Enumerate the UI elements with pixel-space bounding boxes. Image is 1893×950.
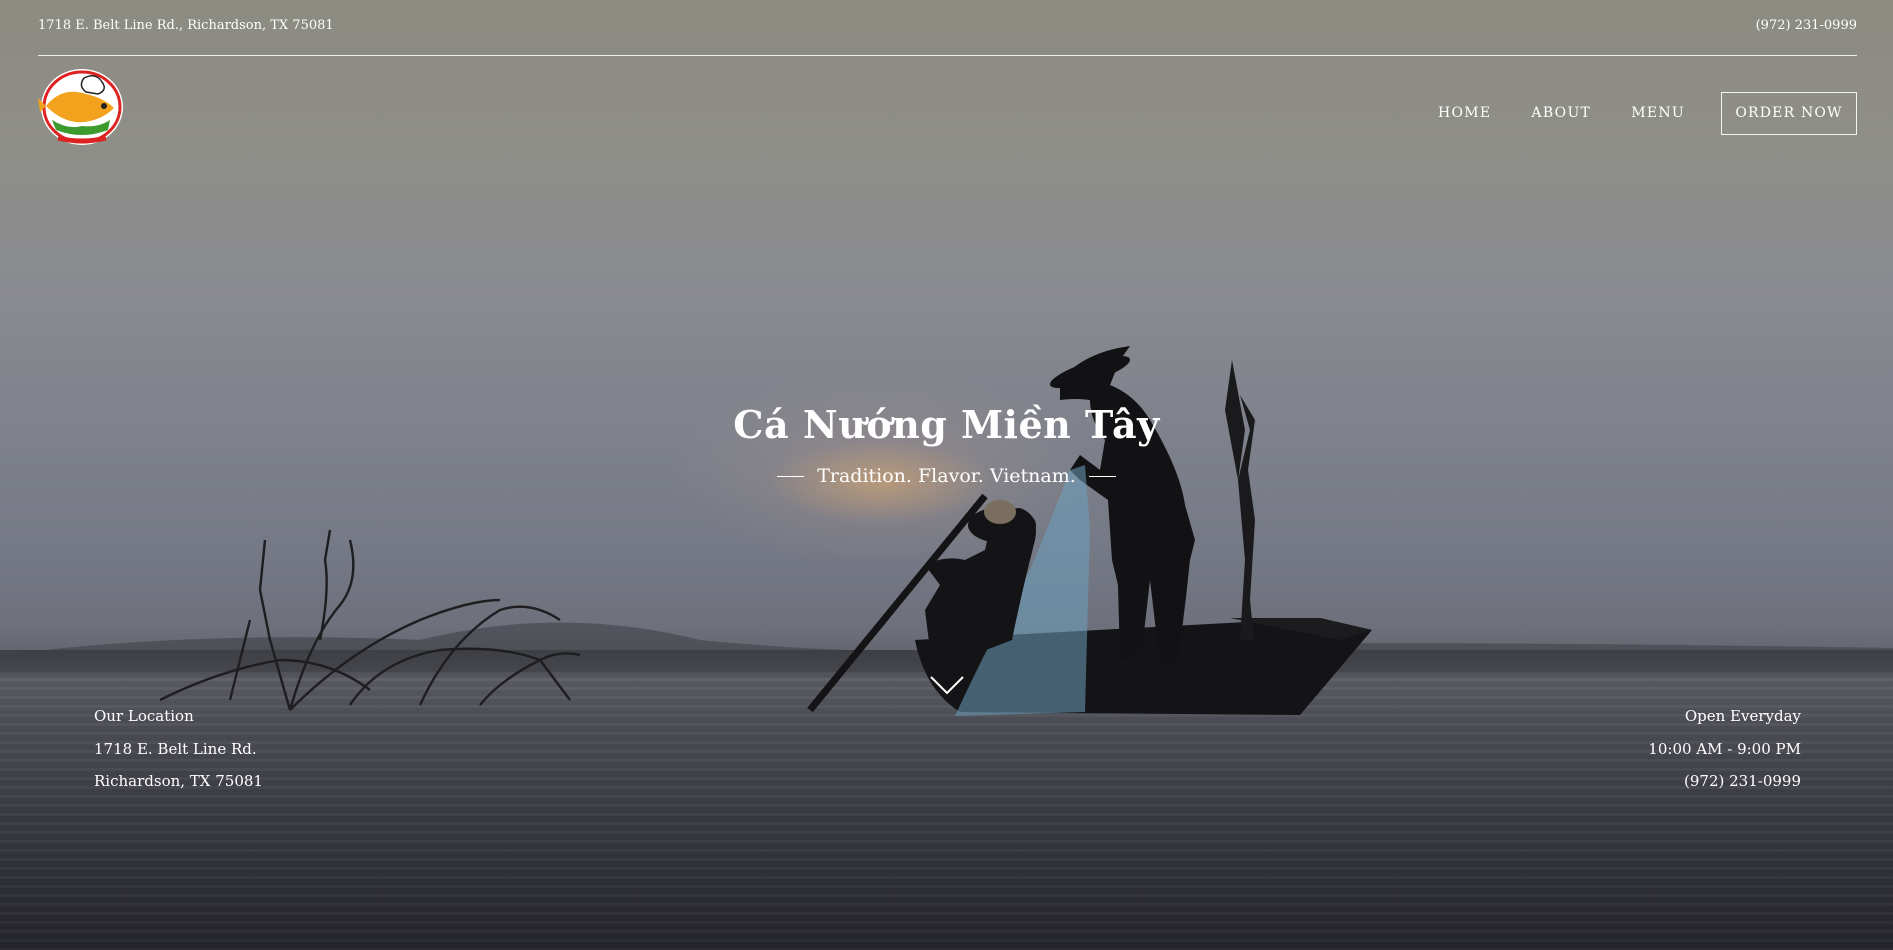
tagline-right-dash xyxy=(1088,475,1116,477)
nav-home[interactable]: HOME xyxy=(1438,105,1491,121)
top-info-bar: 1718 E. Belt Line Rd., Richardson, TX 75… xyxy=(38,0,1857,56)
hours-phone[interactable]: (972) 231-0999 xyxy=(1648,765,1801,798)
chevron-down-icon[interactable] xyxy=(929,674,965,696)
restaurant-logo[interactable] xyxy=(38,68,126,146)
nav-about[interactable]: ABOUT xyxy=(1531,105,1591,121)
main-nav: HOME ABOUT MENU ORDER NOW xyxy=(1398,91,1857,135)
hours-time: 10:00 AM - 9:00 PM xyxy=(1648,739,1801,758)
location-line1: 1718 E. Belt Line Rd. xyxy=(94,739,257,758)
topbar-address: 1718 E. Belt Line Rd., Richardson, TX 75… xyxy=(38,18,334,33)
order-now-button[interactable]: ORDER NOW xyxy=(1721,91,1857,135)
tagline-text: Tradition. Flavor. Vietnam. xyxy=(817,465,1076,487)
hours-info: Open Everyday 10:00 AM - 9:00 PM (972) 2… xyxy=(1648,700,1801,798)
fish-logo-icon xyxy=(38,69,123,145)
hours-heading: Open Everyday xyxy=(1684,707,1801,725)
nav-menu[interactable]: MENU xyxy=(1631,105,1685,121)
location-line2: Richardson, TX 75081 xyxy=(94,772,263,790)
location-info: Our Location 1718 E. Belt Line Rd. Richa… xyxy=(94,700,263,798)
tagline-left-dash xyxy=(777,475,805,477)
location-heading: Our Location xyxy=(94,707,194,725)
hero-tagline: Tradition. Flavor. Vietnam. xyxy=(0,465,1893,487)
hero-title: Cá Nướng Miền Tây xyxy=(733,402,1160,447)
topbar-phone[interactable]: (972) 231-0999 xyxy=(1756,18,1857,33)
